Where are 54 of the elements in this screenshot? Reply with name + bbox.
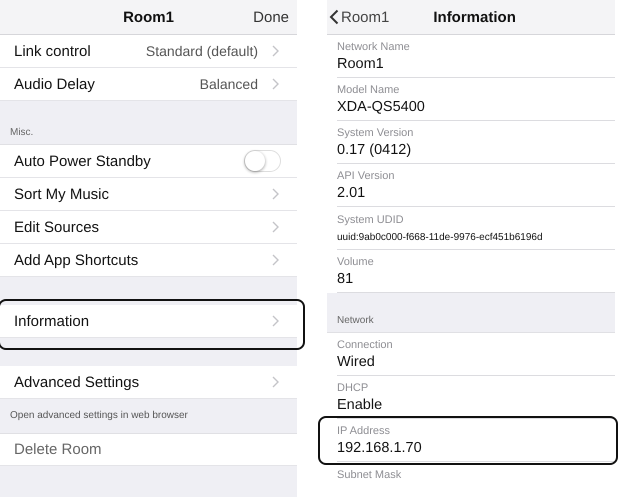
row-label: Audio Delay	[14, 76, 96, 92]
section-header: Network	[337, 315, 374, 326]
row-label: Edit Sources	[14, 218, 100, 236]
field-value: 2.01	[337, 184, 366, 200]
field-label: API Version	[337, 170, 396, 182]
row-label: Auto Power Standby	[14, 152, 152, 170]
chevron-icon	[272, 376, 279, 388]
field-value: 0.17 (0412)	[337, 142, 412, 158]
field-label: Connection	[337, 338, 394, 350]
section-header: Misc.	[10, 127, 34, 138]
settings-row[interactable]: Link control Standard (default)	[0, 35, 297, 68]
screen-title: Room1	[122, 8, 175, 26]
field-value: Room1	[337, 56, 385, 72]
field-label: DHCP	[337, 382, 370, 394]
back-chevron-icon	[329, 9, 339, 25]
field-label: Subnet Mask	[337, 469, 402, 481]
settings-row[interactable]: Delete Room	[0, 434, 297, 466]
screen-title: Information	[433, 8, 516, 26]
field-value: 81	[337, 270, 354, 286]
chevron-icon	[272, 188, 279, 200]
field-label: IP Address	[337, 424, 391, 436]
field-label: System UDID	[337, 214, 405, 226]
chevron-icon	[272, 221, 279, 233]
toggle-switch[interactable]	[244, 150, 281, 172]
row-value: Standard (default)	[146, 43, 258, 59]
field-value: 192.168.1.70	[337, 440, 423, 456]
row-value: Balanced	[200, 76, 258, 92]
settings-row[interactable]: Advanced Settings	[0, 366, 297, 399]
row-label: Information	[14, 312, 90, 330]
chevron-icon	[272, 45, 279, 57]
row-label: Link control	[14, 42, 92, 60]
chevron-icon	[272, 315, 279, 327]
field-value: Enable	[337, 396, 384, 412]
field-value: Wired	[337, 354, 376, 370]
settings-row[interactable]: Add App Shortcuts	[0, 244, 297, 277]
field-value: XDA-QS5400	[337, 98, 426, 114]
row-label: Delete Room	[14, 441, 103, 458]
row-label: Advanced Settings	[14, 374, 140, 390]
chevron-icon	[272, 254, 279, 266]
field-label: Volume	[337, 256, 375, 268]
field-label: Network Name	[337, 40, 411, 52]
back-button[interactable]: Room1	[327, 8, 390, 26]
settings-row[interactable]: Audio Delay Balanced	[0, 68, 297, 101]
field-value: uuid:9ab0c000-f668-11de-9976-ecf451b6196d	[337, 232, 544, 242]
field-label: System Version	[337, 126, 414, 138]
chevron-icon	[272, 78, 279, 90]
footnote-text: Open advanced settings in web browser	[10, 410, 188, 421]
done-button[interactable]: Done	[235, 8, 297, 26]
settings-row[interactable]: Sort My Music	[0, 178, 297, 211]
settings-row[interactable]: Information	[0, 305, 297, 338]
field-label: Model Name	[337, 84, 400, 96]
settings-row[interactable]: Edit Sources	[0, 211, 297, 244]
row-label: Add App Shortcuts	[14, 252, 140, 268]
row-label: Sort My Music	[14, 186, 110, 202]
